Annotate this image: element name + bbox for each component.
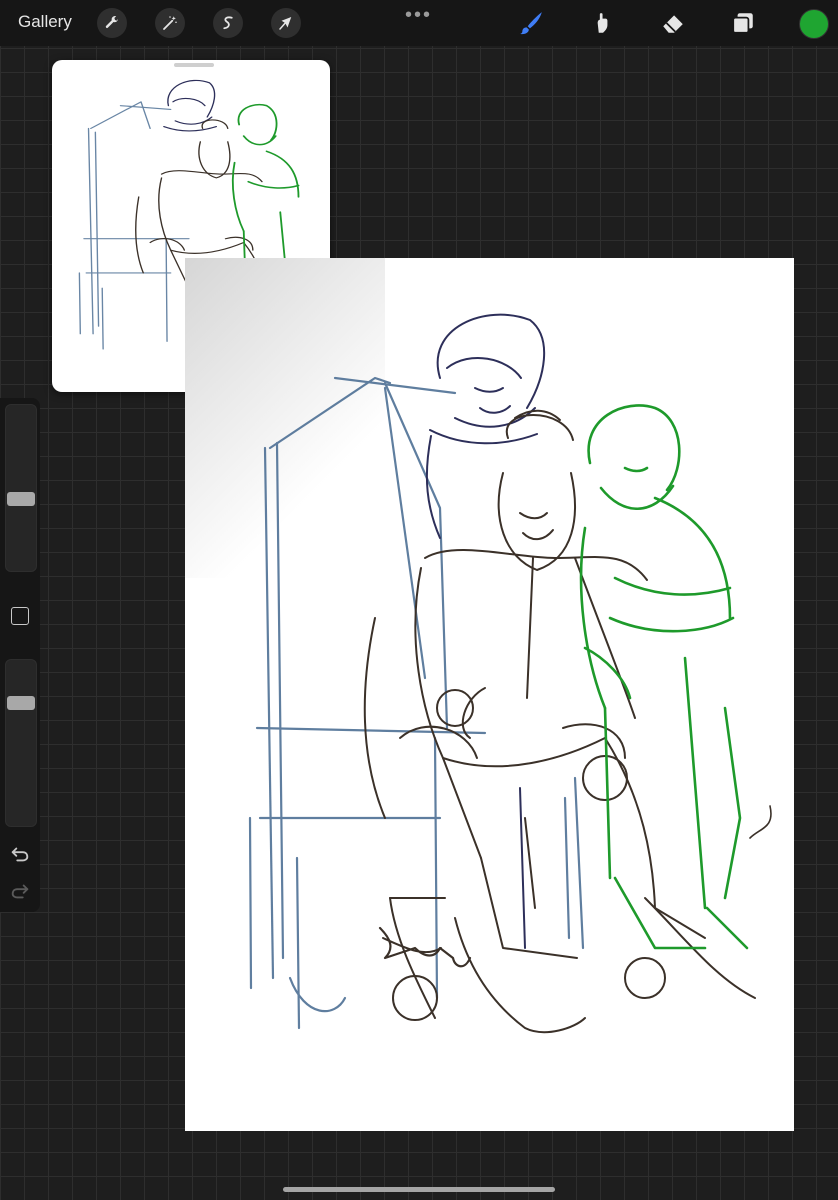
home-indicator[interactable] <box>283 1187 555 1192</box>
selection-icon <box>223 16 233 30</box>
undo-icon[interactable] <box>9 843 31 865</box>
smudge-icon <box>597 13 608 33</box>
drawing-canvas[interactable] <box>185 258 794 1131</box>
adjustments-button[interactable] <box>155 8 185 38</box>
layers-button[interactable] <box>728 8 758 38</box>
opacity-thumb[interactable] <box>7 696 35 710</box>
color-picker-button[interactable] <box>799 9 829 39</box>
selection-button[interactable] <box>213 8 243 38</box>
more-options-handle[interactable]: ••• <box>405 4 432 27</box>
brush-size-thumb[interactable] <box>7 492 35 506</box>
gallery-button[interactable]: Gallery <box>18 12 72 32</box>
brush-size-slider[interactable] <box>5 404 37 572</box>
eraser-icon <box>663 15 683 33</box>
actions-button[interactable] <box>97 8 127 38</box>
canvas-sketch <box>248 313 772 1034</box>
layers-icon <box>732 13 753 34</box>
eraser-tool-button[interactable] <box>658 8 688 38</box>
magic-wand-icon <box>163 16 177 30</box>
brush-icon <box>520 12 542 35</box>
opacity-slider[interactable] <box>5 659 37 827</box>
modify-button[interactable] <box>11 607 29 625</box>
transform-arrow-icon <box>279 17 292 30</box>
brush-tool-button[interactable] <box>516 8 546 38</box>
top-toolbar: Gallery ••• <box>0 0 838 46</box>
smudge-tool-button[interactable] <box>587 8 617 38</box>
redo-icon[interactable] <box>9 880 31 902</box>
left-sidebar <box>0 398 40 912</box>
transform-button[interactable] <box>271 8 301 38</box>
wrench-icon <box>105 16 118 29</box>
